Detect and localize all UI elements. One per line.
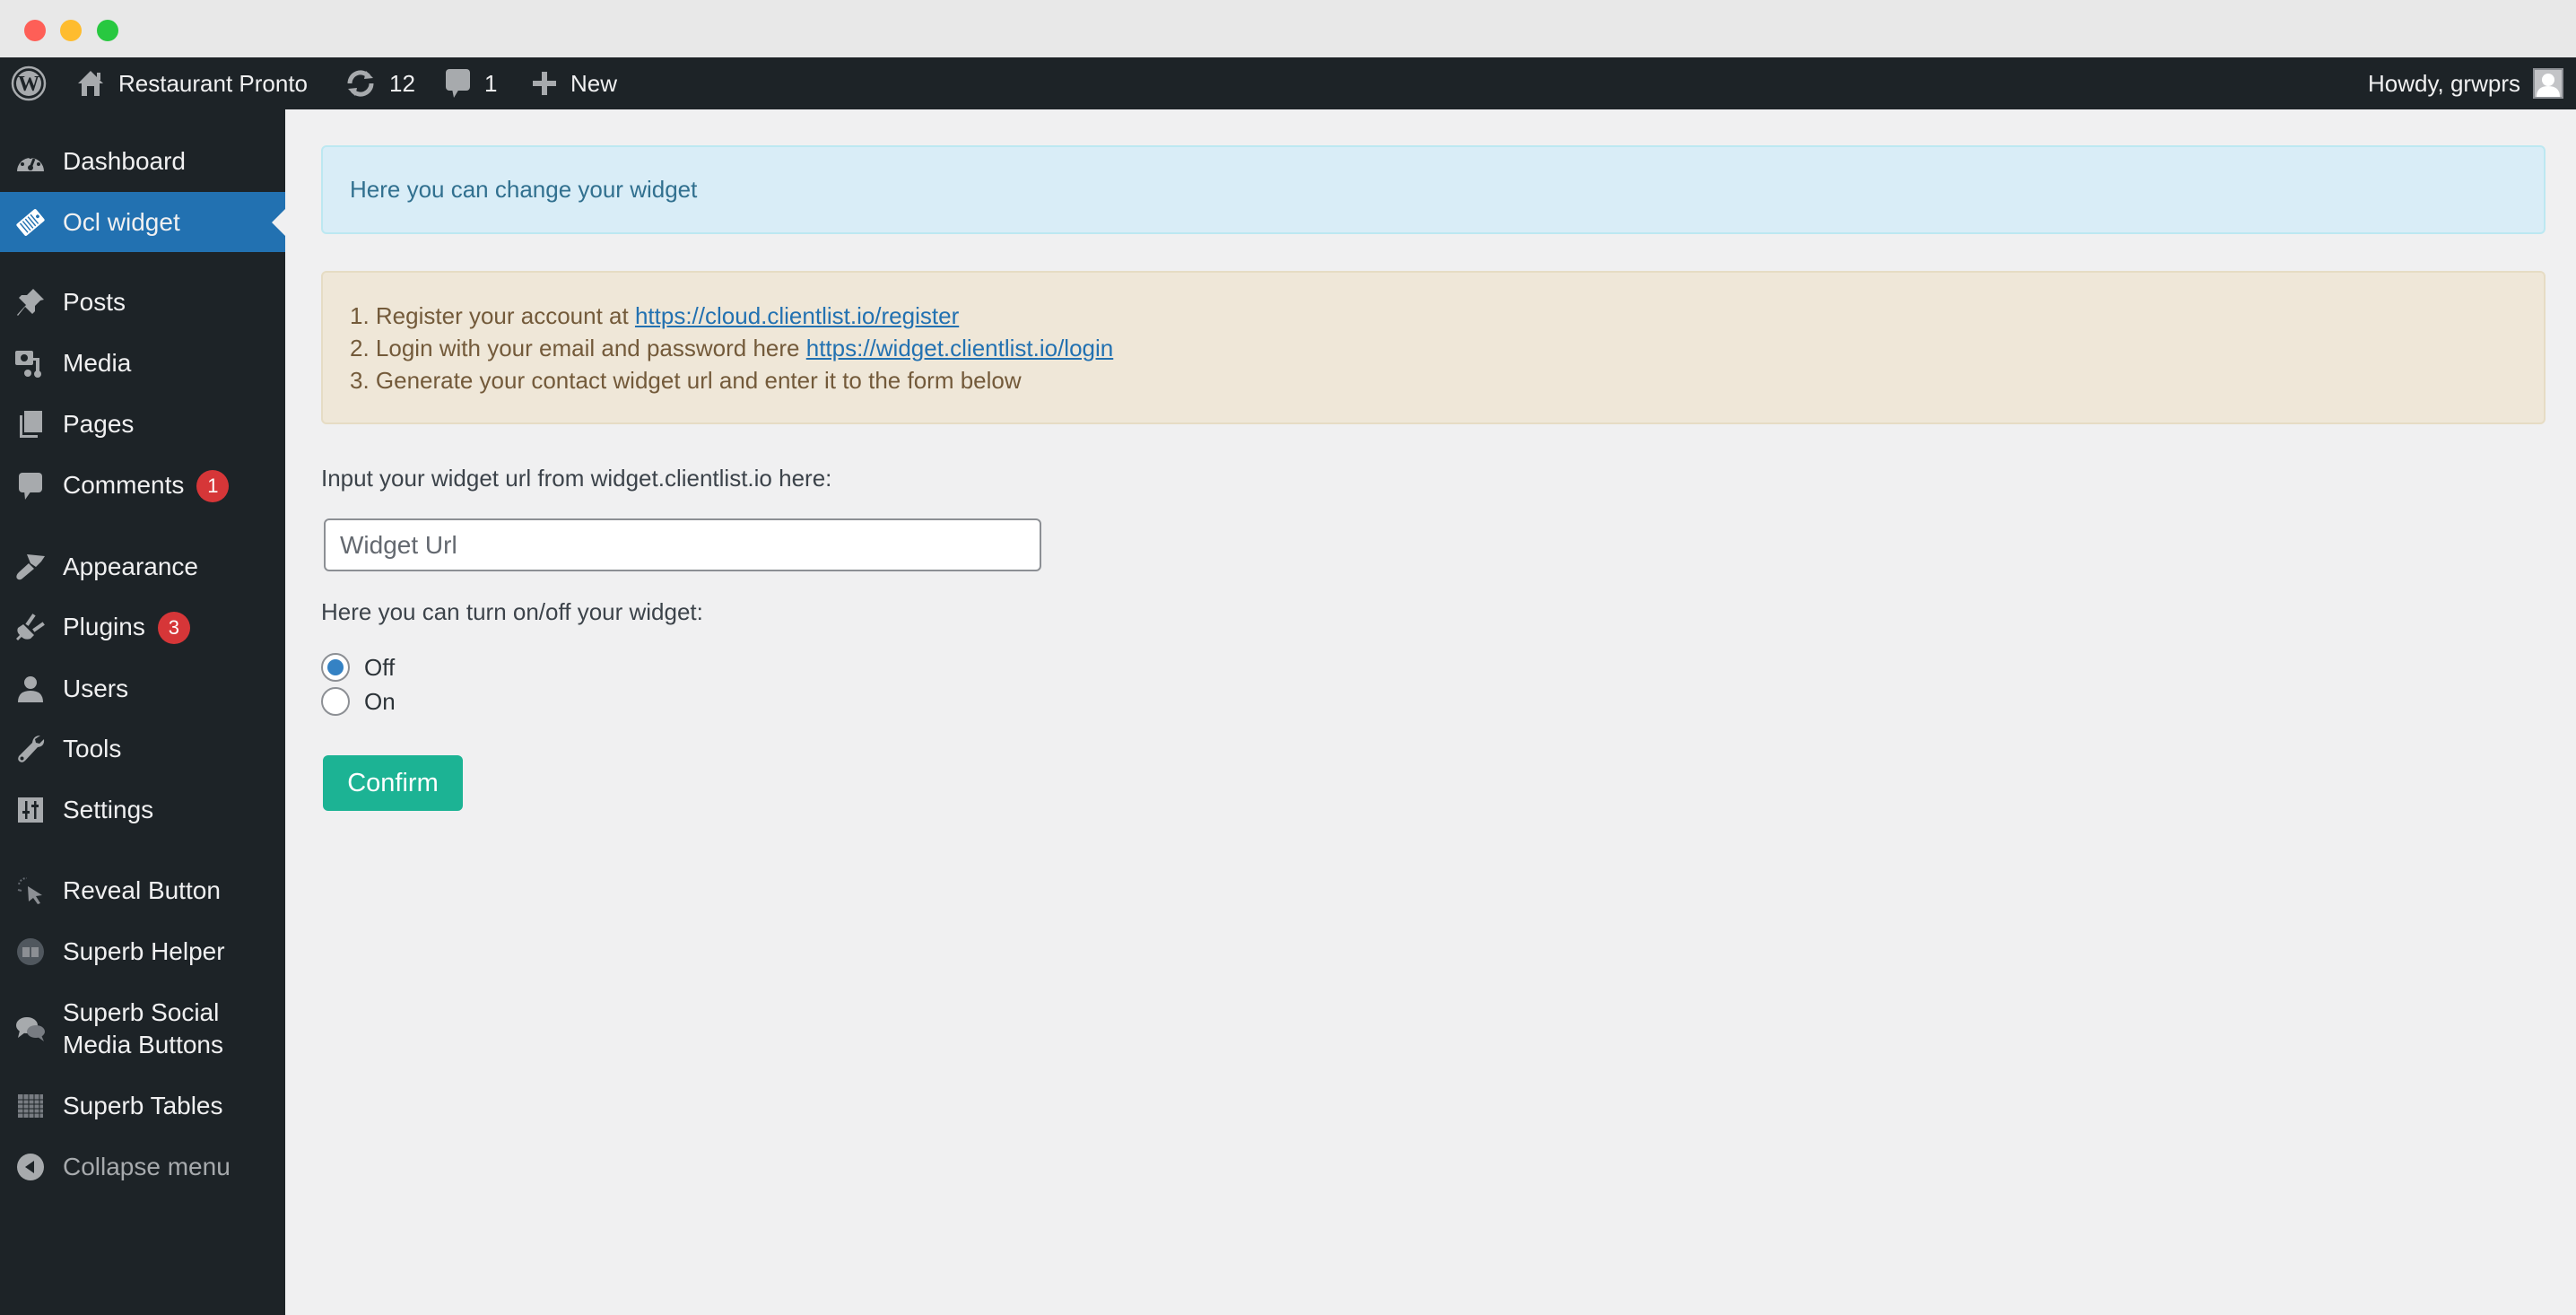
comments-count: 1 xyxy=(484,69,498,97)
step-2-text: 2. Login with your email and password he… xyxy=(350,335,806,361)
sidebar-item-label: Pages xyxy=(63,410,135,438)
comments-link[interactable]: 1 xyxy=(445,57,497,109)
wordpress-logo-icon: W xyxy=(11,65,47,101)
site-name-link[interactable]: Restaurant Pronto xyxy=(75,57,308,109)
collapse-menu-button[interactable]: Collapse menu xyxy=(0,1151,285,1183)
main-content: Here you can change your widget 1. Regis… xyxy=(285,109,2576,1315)
sidebar-item-label: Users xyxy=(63,675,129,702)
comment-icon xyxy=(14,470,47,502)
login-link[interactable]: https://widget.clientlist.io/login xyxy=(806,335,1114,361)
info-alert: Here you can change your widget xyxy=(321,145,2546,234)
paintbrush-icon xyxy=(14,551,47,583)
media-icon xyxy=(14,347,47,379)
setup-steps-alert: 1. Register your account at https://clou… xyxy=(321,271,2546,424)
sidebar-item-label: Superb Helper xyxy=(63,937,225,965)
sidebar-item-media[interactable]: Media xyxy=(0,347,285,379)
radio-on-label: On xyxy=(364,687,396,715)
sidebar-item-superb-tables[interactable]: Superb Tables xyxy=(0,1090,285,1122)
updates-link[interactable]: 12 xyxy=(344,57,415,109)
sidebar-item-label: Plugins xyxy=(63,613,145,641)
confirm-button[interactable]: Confirm xyxy=(323,755,463,811)
sidebar-item-pages[interactable]: Pages xyxy=(0,408,285,440)
sidebar-item-users[interactable]: Users xyxy=(0,673,285,705)
sidebar-item-comments[interactable]: Comments 1 xyxy=(0,469,285,502)
sidebar-item-reveal-button[interactable]: Reveal Button xyxy=(0,875,285,907)
sidebar-item-label: Reveal Button xyxy=(63,876,221,904)
sidebar-item-label: Comments xyxy=(63,471,185,500)
table-grid-icon xyxy=(14,1090,47,1122)
step-1: 1. Register your account at https://clou… xyxy=(350,300,2544,332)
step-3-text: 3. Generate your contact widget url and … xyxy=(350,367,1022,394)
sidebar-item-label: Superb Tables xyxy=(63,1092,223,1119)
step-1-text: 1. Register your account at xyxy=(350,302,635,329)
widget-url-label: Input your widget url from widget.client… xyxy=(321,465,832,492)
plus-icon xyxy=(531,70,558,97)
user-icon xyxy=(14,673,47,705)
sidebar-item-posts[interactable]: Posts xyxy=(0,286,285,318)
sidebar-item-superb-helper[interactable]: Superb Helper xyxy=(0,936,285,968)
wrench-icon xyxy=(14,733,47,765)
sidebar-item-label: Collapse menu xyxy=(63,1153,231,1180)
comments-count-badge: 1 xyxy=(196,469,230,502)
step-2: 2. Login with your email and password he… xyxy=(350,332,2544,364)
radio-off-label: Off xyxy=(364,653,396,681)
sidebar-item-settings[interactable]: Settings xyxy=(0,794,285,826)
howdy-greeting: Howdy, grwprs xyxy=(2367,69,2520,97)
new-label: New xyxy=(570,69,618,97)
home-icon xyxy=(75,68,106,99)
register-link[interactable]: https://cloud.clientlist.io/register xyxy=(635,302,959,329)
sidebar-item-dashboard[interactable]: Dashboard xyxy=(0,145,285,178)
window-maximize-button[interactable] xyxy=(97,20,118,41)
widget-toggle-label: Here you can turn on/off your widget: xyxy=(321,598,703,625)
update-icon xyxy=(344,67,377,100)
comment-icon xyxy=(445,67,472,100)
sidebar-item-appearance[interactable]: Appearance xyxy=(0,551,285,583)
admin-sidebar: Dashboard Ocl widget Posts Media Pages C… xyxy=(0,109,285,1315)
updates-count: 12 xyxy=(389,69,415,97)
sidebar-item-ocl-widget[interactable]: Ocl widget xyxy=(0,192,285,252)
sidebar-item-label: Posts xyxy=(63,288,126,316)
sidebar-item-tools[interactable]: Tools xyxy=(0,733,285,765)
admin-bar: W Restaurant Pronto 12 1 New Howdy, grwp… xyxy=(0,57,2576,109)
svg-text:W: W xyxy=(18,73,39,96)
tag-widget-icon xyxy=(14,206,47,239)
sidebar-item-superb-social-media-buttons[interactable]: Superb Social Media Buttons xyxy=(0,996,285,1062)
radio-option-on[interactable]: On xyxy=(321,687,396,716)
window-titlebar xyxy=(0,0,2576,57)
sidebar-item-label: Ocl widget xyxy=(63,207,180,236)
cursor-click-icon xyxy=(14,875,47,907)
sidebar-item-label-line2: Media Buttons xyxy=(63,1031,223,1058)
widget-url-input[interactable] xyxy=(324,518,1041,571)
plugins-update-badge: 3 xyxy=(157,611,190,644)
collapse-arrow-icon xyxy=(14,1151,47,1183)
radio-option-off[interactable]: Off xyxy=(321,653,395,682)
plug-icon xyxy=(14,612,47,644)
radio-on[interactable] xyxy=(321,687,350,716)
site-name: Restaurant Pronto xyxy=(118,69,309,97)
sidebar-item-label: Dashboard xyxy=(63,147,186,175)
sidebar-item-label: Settings xyxy=(63,796,154,823)
sidebar-item-label-line1: Superb Social xyxy=(63,998,220,1026)
pushpin-icon xyxy=(14,286,47,318)
my-account-link[interactable]: Howdy, grwprs xyxy=(2368,57,2563,109)
window-close-button[interactable] xyxy=(24,20,46,41)
new-content-link[interactable]: New xyxy=(531,57,617,109)
chat-bubbles-icon xyxy=(14,1013,47,1045)
wordpress-menu-button[interactable]: W xyxy=(11,57,47,109)
sidebar-item-label: Media xyxy=(63,349,132,377)
sidebar-item-label: Tools xyxy=(63,735,122,762)
user-avatar-icon xyxy=(2533,68,2563,99)
step-3: 3. Generate your contact widget url and … xyxy=(350,364,2544,396)
window-minimize-button[interactable] xyxy=(60,20,82,41)
dashboard-icon xyxy=(14,145,47,178)
sidebar-item-plugins[interactable]: Plugins 3 xyxy=(0,611,285,644)
pages-icon xyxy=(14,408,47,440)
info-alert-text: Here you can change your widget xyxy=(350,176,698,203)
sliders-icon xyxy=(14,794,47,826)
sidebar-item-label: Appearance xyxy=(63,553,199,580)
radio-off[interactable] xyxy=(321,653,350,682)
book-circle-icon xyxy=(14,936,47,968)
